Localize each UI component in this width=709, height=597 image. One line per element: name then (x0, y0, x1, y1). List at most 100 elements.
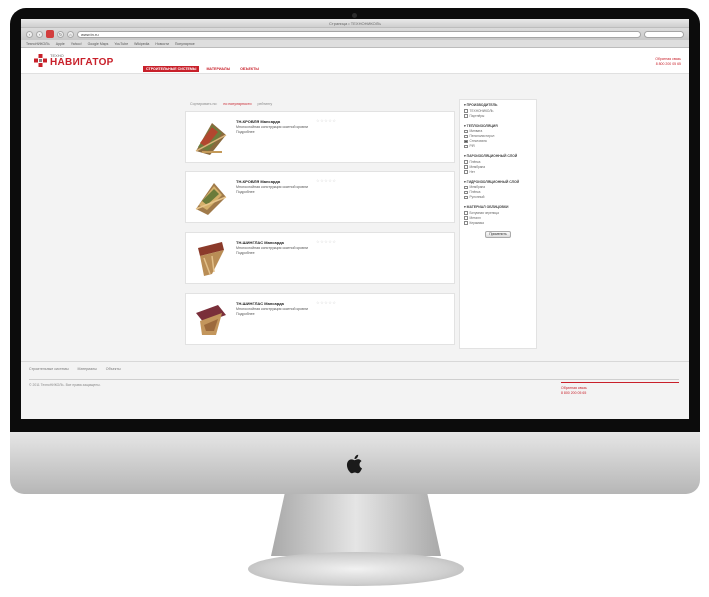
footer-link[interactable]: Строительные системы (29, 367, 69, 371)
footer-links: Строительные системы Материалы Объекты (29, 367, 121, 371)
product-description: Многослойная конструкция скатной кровли (236, 246, 308, 250)
product-name[interactable]: ТН-ШИНГЛАС Мансарда (236, 240, 284, 245)
filters-panel: ▾ ПРОИЗВОДИТЕЛЬ ТЕХНОНИКОЛЬ Партнёры ▾ Т… (459, 99, 537, 349)
checkbox[interactable] (464, 221, 468, 225)
home-icon[interactable]: ⌂ (67, 30, 74, 38)
site-footer: Строительные системы Материалы Объекты ©… (21, 361, 689, 419)
footer-accent-divider (561, 382, 679, 383)
filter-option[interactable]: Нет (464, 170, 532, 175)
filter-option[interactable]: Партнёры (464, 114, 532, 119)
logo-mark-icon (34, 54, 47, 67)
product-details-link[interactable]: Подробнее (236, 130, 255, 134)
site-header: ТЕХНО НАВИГАТОР СТРОИТЕЛЬНЫЕ СИСТЕМЫ МАТ… (21, 48, 689, 74)
filter-group: ▾ МАТЕРИАЛ ОБЛИЦОВКИ Битумная черепица М… (464, 205, 532, 226)
main-content: Сортировать по: по популярности рейтингу… (185, 99, 537, 349)
product-card[interactable]: ТН-ШИНГЛАС Мансарда ☆☆☆☆☆ Многослойная к… (185, 232, 455, 284)
footer-divider (29, 379, 679, 380)
browser-search-input[interactable] (644, 30, 684, 38)
phone-number: 8 800 200 05 65 (655, 61, 681, 66)
checkbox[interactable] (464, 195, 468, 200)
reload-icon[interactable]: ↻ (57, 30, 64, 38)
filter-group: ▾ ПАРОИЗОЛЯЦИОННЫЙ СЛОЙ Плёнка Мембрана … (464, 154, 532, 175)
product-name[interactable]: ТН-КРОВЛЯ Мансарда (236, 119, 280, 124)
checkbox[interactable] (464, 185, 468, 190)
camera-icon (352, 13, 357, 18)
nav-item-materials[interactable]: МАТЕРИАЛЫ (203, 66, 233, 72)
nav-item-objects[interactable]: ОБЪЕКТЫ (237, 66, 262, 72)
bookmarks-bar: ТехноНИКОЛЬ Apple Yahoo! Google Maps You… (21, 40, 689, 48)
bookmark-item[interactable]: Популярное (175, 42, 195, 46)
bookmark-item[interactable]: YouTube (114, 42, 128, 46)
rating-stars-icon[interactable]: ☆☆☆☆☆ (316, 239, 336, 244)
product-thumbnail (195, 123, 227, 155)
checkbox[interactable] (464, 129, 468, 134)
footer-link[interactable]: Объекты (106, 367, 121, 371)
filter-group-title[interactable]: ▾ ПРОИЗВОДИТЕЛЬ (464, 103, 532, 107)
footer-contacts: Обратная связь 8 800 200 05 65 (561, 386, 587, 395)
product-card[interactable]: ТН-ШИНГЛАС Мансарда ☆☆☆☆☆ Многослойная к… (185, 293, 455, 345)
checkbox[interactable] (464, 216, 468, 220)
checkbox[interactable] (464, 109, 468, 113)
url-input[interactable]: www.tn.ru (77, 30, 641, 38)
copyright-text: © 2011 ТехноНИКОЛЬ. Все права защищены. (29, 383, 101, 387)
nav-item-systems[interactable]: СТРОИТЕЛЬНЫЕ СИСТЕМЫ (143, 66, 200, 72)
bookmark-item[interactable]: Apple (56, 42, 65, 46)
filter-option-label: PIR (469, 144, 475, 148)
filter-option[interactable]: PIR (464, 144, 532, 149)
product-details-link[interactable]: Подробнее (236, 251, 255, 255)
filter-group-title[interactable]: ▾ ПАРОИЗОЛЯЦИОННЫЙ СЛОЙ (464, 154, 532, 158)
product-details-link[interactable]: Подробнее (236, 312, 255, 316)
footer-phone: 8 800 200 05 65 (561, 390, 587, 395)
sort-bar: Сортировать по: по популярности рейтингу (185, 99, 455, 108)
footer-feedback-link[interactable]: Обратная связь (561, 386, 587, 391)
filter-group: ▾ ТЕПЛОИЗОЛЯЦИЯ Минвата Пенополистирол С… (464, 124, 532, 150)
checkbox-checked[interactable] (464, 139, 468, 144)
checkbox[interactable] (464, 190, 468, 195)
filter-group-title[interactable]: ▾ ТЕПЛОИЗОЛЯЦИЯ (464, 124, 532, 128)
monitor-stand-foot (248, 552, 464, 586)
checkbox[interactable] (464, 114, 468, 118)
rating-stars-icon[interactable]: ☆☆☆☆☆ (316, 300, 336, 305)
bookmark-item[interactable]: Новости (155, 42, 169, 46)
bookmark-item[interactable]: Yahoo! (71, 42, 82, 46)
footer-link[interactable]: Материалы (78, 367, 97, 371)
filter-group: ▾ ПРОИЗВОДИТЕЛЬ ТЕХНОНИКОЛЬ Партнёры (464, 103, 532, 119)
browser-toolbar: ‹ › ↻ ⌂ www.tn.ru (21, 28, 689, 40)
product-card[interactable]: ТН-КРОВЛЯ Мансарда ☆☆☆☆☆ Многослойная ко… (185, 171, 455, 223)
site-favicon-icon (46, 30, 54, 38)
checkbox[interactable] (464, 160, 468, 164)
filter-group-title[interactable]: ▾ ГИДРОИЗОЛЯЦИОННЫЙ СЛОЙ (464, 180, 532, 184)
feedback-link[interactable]: Обратная связь (655, 57, 681, 62)
forward-icon[interactable]: › (36, 30, 43, 38)
header-contacts: Обратная связь 8 800 200 05 65 (655, 57, 681, 66)
product-name[interactable]: ТН-КРОВЛЯ Мансарда (236, 179, 280, 184)
sort-option-popularity[interactable]: по популярности (223, 102, 251, 106)
rating-stars-icon[interactable]: ☆☆☆☆☆ (316, 178, 336, 183)
product-description: Многослойная конструкция скатной кровли (236, 125, 308, 129)
filter-option-label: Керамика (469, 220, 484, 225)
filter-option-label: Рулонный (469, 195, 485, 199)
sort-option-rating[interactable]: рейтингу (257, 102, 272, 106)
logo-title[interactable]: НАВИГАТОР (50, 57, 114, 68)
checkbox[interactable] (464, 165, 468, 169)
filter-group: ▾ ГИДРОИЗОЛЯЦИОННЫЙ СЛОЙ Мембрана Плёнка… (464, 180, 532, 201)
filter-option[interactable]: Рулонный (464, 195, 532, 200)
checkbox[interactable] (464, 144, 468, 149)
top-nav: СТРОИТЕЛЬНЫЕ СИСТЕМЫ МАТЕРИАЛЫ ОБЪЕКТЫ (143, 66, 262, 72)
bookmark-item[interactable]: Google Maps (88, 42, 109, 46)
monitor-stand-neck (271, 494, 441, 556)
checkbox[interactable] (464, 134, 468, 139)
product-name[interactable]: ТН-ШИНГЛАС Мансарда (236, 301, 284, 306)
product-details-link[interactable]: Подробнее (236, 190, 255, 194)
product-card[interactable]: ТН-КРОВЛЯ Мансарда ☆☆☆☆☆ Многослойная ко… (185, 111, 455, 163)
rating-stars-icon[interactable]: ☆☆☆☆☆ (316, 118, 336, 123)
filter-group-title[interactable]: ▾ МАТЕРИАЛ ОБЛИЦОВКИ (464, 205, 532, 209)
checkbox[interactable] (464, 170, 468, 174)
bookmark-item[interactable]: ТехноНИКОЛЬ (26, 42, 50, 46)
filter-option[interactable]: Керамика (464, 221, 532, 226)
checkbox[interactable] (464, 211, 468, 215)
back-icon[interactable]: ‹ (26, 30, 33, 38)
apply-filters-button[interactable]: Применить (485, 230, 511, 238)
bookmark-item[interactable]: Wikipedia (134, 42, 149, 46)
product-description: Многослойная конструкция скатной кровли (236, 307, 308, 311)
